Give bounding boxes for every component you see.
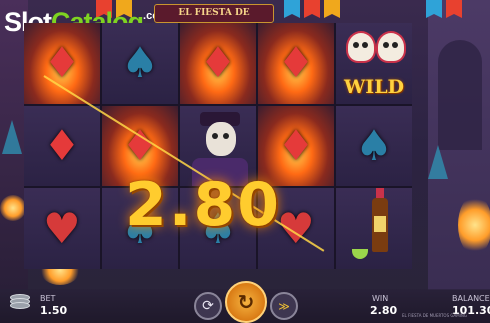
skull-icon <box>346 31 376 63</box>
diamond-icon: ♦ <box>277 120 315 170</box>
diamond-icon: ♦ <box>43 120 81 170</box>
skull-icon <box>376 31 406 63</box>
diamond-icon: ♦ <box>199 38 237 88</box>
tequila-bottle-icon <box>372 198 388 253</box>
reel-cell-diamond: ♦ <box>24 105 100 187</box>
bet-label: BET <box>40 294 56 303</box>
agave-plant <box>428 145 448 179</box>
reel-cell-diamond: ♦ <box>258 23 334 104</box>
lime-icon <box>352 248 368 259</box>
reel-cell-wild: WILD <box>336 23 412 104</box>
spin-arrow-icon: ↻ <box>237 290 255 314</box>
spade-icon: ♠ <box>355 120 393 170</box>
spade-icon: ♠ <box>121 38 159 88</box>
reel-cell-diamond: ♦ <box>180 23 256 104</box>
win-amount-display: 2.80 <box>124 170 282 240</box>
autoplay-icon: ⟳ <box>202 298 214 314</box>
win-label: WIN <box>372 294 389 303</box>
turbo-button[interactable]: ≫ <box>270 292 298 320</box>
agave-plant <box>2 120 22 154</box>
turbo-icon: ≫ <box>278 299 290 313</box>
heart-icon: ♥ <box>43 203 81 253</box>
coins-icon[interactable] <box>10 294 30 309</box>
reel-cell-heart: ♥ <box>24 188 100 269</box>
reel-cell-tequila <box>336 188 412 269</box>
wild-label: WILD <box>343 75 405 98</box>
lantern-glow <box>458 195 490 255</box>
skull-face-icon <box>206 121 236 156</box>
bet-value: 1.50 <box>40 304 68 317</box>
candle-glow <box>0 195 26 221</box>
spin-button[interactable]: ↻ <box>225 281 267 323</box>
papel-picado-flag <box>304 0 320 18</box>
balance-label: BALANCE <box>452 294 490 303</box>
papel-picado-flag <box>324 0 340 18</box>
autoplay-button[interactable]: ⟳ <box>194 292 222 320</box>
game-title-banner: EL FIESTA DE MUERTOS <box>154 4 274 35</box>
papel-picado-flag <box>284 0 300 18</box>
win-value: 2.80 <box>370 304 398 317</box>
background-arch <box>438 40 482 150</box>
diamond-icon: ♦ <box>277 38 315 88</box>
legal-text: EL FIESTA DE MUERTOS GAMING <box>402 313 467 318</box>
reel-cell-spade: ♠ <box>336 105 412 187</box>
reel-cell-spade: ♠ <box>102 23 178 104</box>
reel-cell-diamond: ♦ <box>24 23 100 104</box>
